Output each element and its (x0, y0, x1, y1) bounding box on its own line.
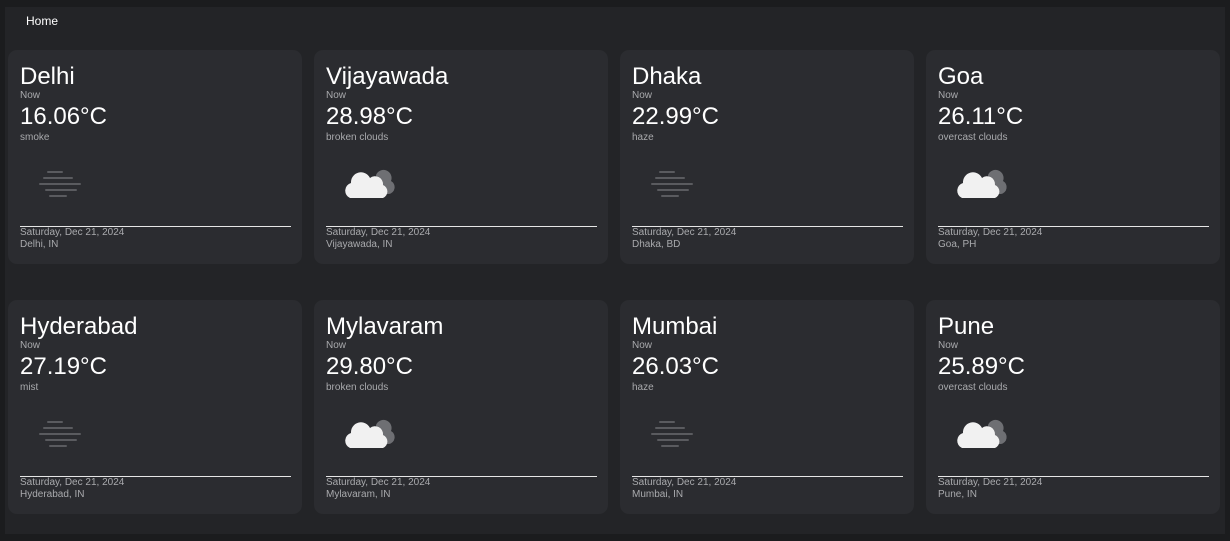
cloud-icon (957, 169, 1007, 198)
temperature: 25.89°C (938, 353, 1025, 380)
weather-card-mumbai[interactable]: Mumbai Now 26.03°C haze Saturday, Dec 21… (620, 300, 914, 514)
date-label: Saturday, Dec 21, 2024 (20, 477, 125, 488)
mist-icon (651, 171, 693, 197)
mist-icon (39, 171, 81, 197)
date-label: Saturday, Dec 21, 2024 (632, 227, 737, 238)
weather-description: overcast clouds (938, 132, 1008, 143)
weather-card-vijayawada[interactable]: Vijayawada Now 28.98°C broken clouds Sat… (314, 50, 608, 264)
city-name: Mumbai (632, 313, 718, 340)
date-label: Saturday, Dec 21, 2024 (20, 227, 125, 238)
city-name: Vijayawada (326, 63, 449, 90)
mist-icon (39, 421, 81, 447)
weather-card-goa[interactable]: Goa Now 26.11°C overcast clouds Saturday… (926, 50, 1220, 264)
weather-description: haze (632, 382, 654, 393)
date-label: Saturday, Dec 21, 2024 (938, 227, 1043, 238)
date-label: Saturday, Dec 21, 2024 (326, 477, 431, 488)
weather-card-delhi[interactable]: Delhi Now 16.06°C smoke Saturday, Dec 21… (8, 50, 302, 264)
home-link[interactable]: Home (26, 14, 58, 28)
city-name: Delhi (20, 63, 75, 90)
weather-card-dhaka[interactable]: Dhaka Now 22.99°C haze Saturday, Dec 21,… (620, 50, 914, 264)
date-label: Saturday, Dec 21, 2024 (326, 227, 431, 238)
weather-card-pune[interactable]: Pune Now 25.89°C overcast clouds Saturda… (926, 300, 1220, 514)
weather-description: haze (632, 132, 654, 143)
now-label: Now (326, 340, 347, 351)
date-label: Saturday, Dec 21, 2024 (632, 477, 737, 488)
now-label: Now (632, 340, 653, 351)
city-name: Goa (938, 63, 984, 90)
weather-description: broken clouds (326, 132, 389, 143)
cloud-icon (345, 419, 395, 448)
cloud-icon (345, 169, 395, 198)
weather-card-mylavaram[interactable]: Mylavaram Now 29.80°C broken clouds Satu… (314, 300, 608, 514)
temperature: 26.03°C (632, 353, 719, 380)
now-label: Now (326, 90, 347, 101)
location-label: Mumbai, IN (632, 489, 684, 500)
city-name: Hyderabad (20, 313, 138, 340)
city-name: Dhaka (632, 63, 702, 90)
location-label: Hyderabad, IN (20, 489, 85, 500)
temperature: 26.11°C (938, 103, 1024, 130)
location-label: Mylavaram, IN (326, 489, 391, 500)
location-label: Vijayawada, IN (326, 239, 393, 250)
app-container: Home Delhi Now 16.06°C smoke Saturday, D… (5, 7, 1225, 534)
cloud-icon (957, 419, 1007, 448)
now-label: Now (938, 90, 959, 101)
location-label: Dhaka, BD (632, 239, 681, 250)
temperature: 29.80°C (326, 353, 413, 380)
city-name: Mylavaram (326, 313, 444, 340)
now-label: Now (20, 340, 41, 351)
temperature: 27.19°C (20, 353, 107, 380)
weather-description: smoke (20, 132, 50, 143)
weather-card-hyderabad[interactable]: Hyderabad Now 27.19°C mist Saturday, Dec… (8, 300, 302, 514)
now-label: Now (938, 340, 959, 351)
temperature: 16.06°C (20, 103, 107, 130)
now-label: Now (20, 90, 41, 101)
mist-icon (651, 421, 693, 447)
location-label: Delhi, IN (20, 239, 59, 250)
weather-description: broken clouds (326, 382, 389, 393)
temperature: 28.98°C (326, 103, 413, 130)
weather-description: mist (20, 382, 39, 393)
now-label: Now (632, 90, 653, 101)
city-name: Pune (938, 313, 995, 340)
date-label: Saturday, Dec 21, 2024 (938, 477, 1043, 488)
temperature: 22.99°C (632, 103, 719, 130)
weather-description: overcast clouds (938, 382, 1008, 393)
location-label: Goa, PH (938, 239, 977, 250)
location-label: Pune, IN (938, 489, 977, 500)
